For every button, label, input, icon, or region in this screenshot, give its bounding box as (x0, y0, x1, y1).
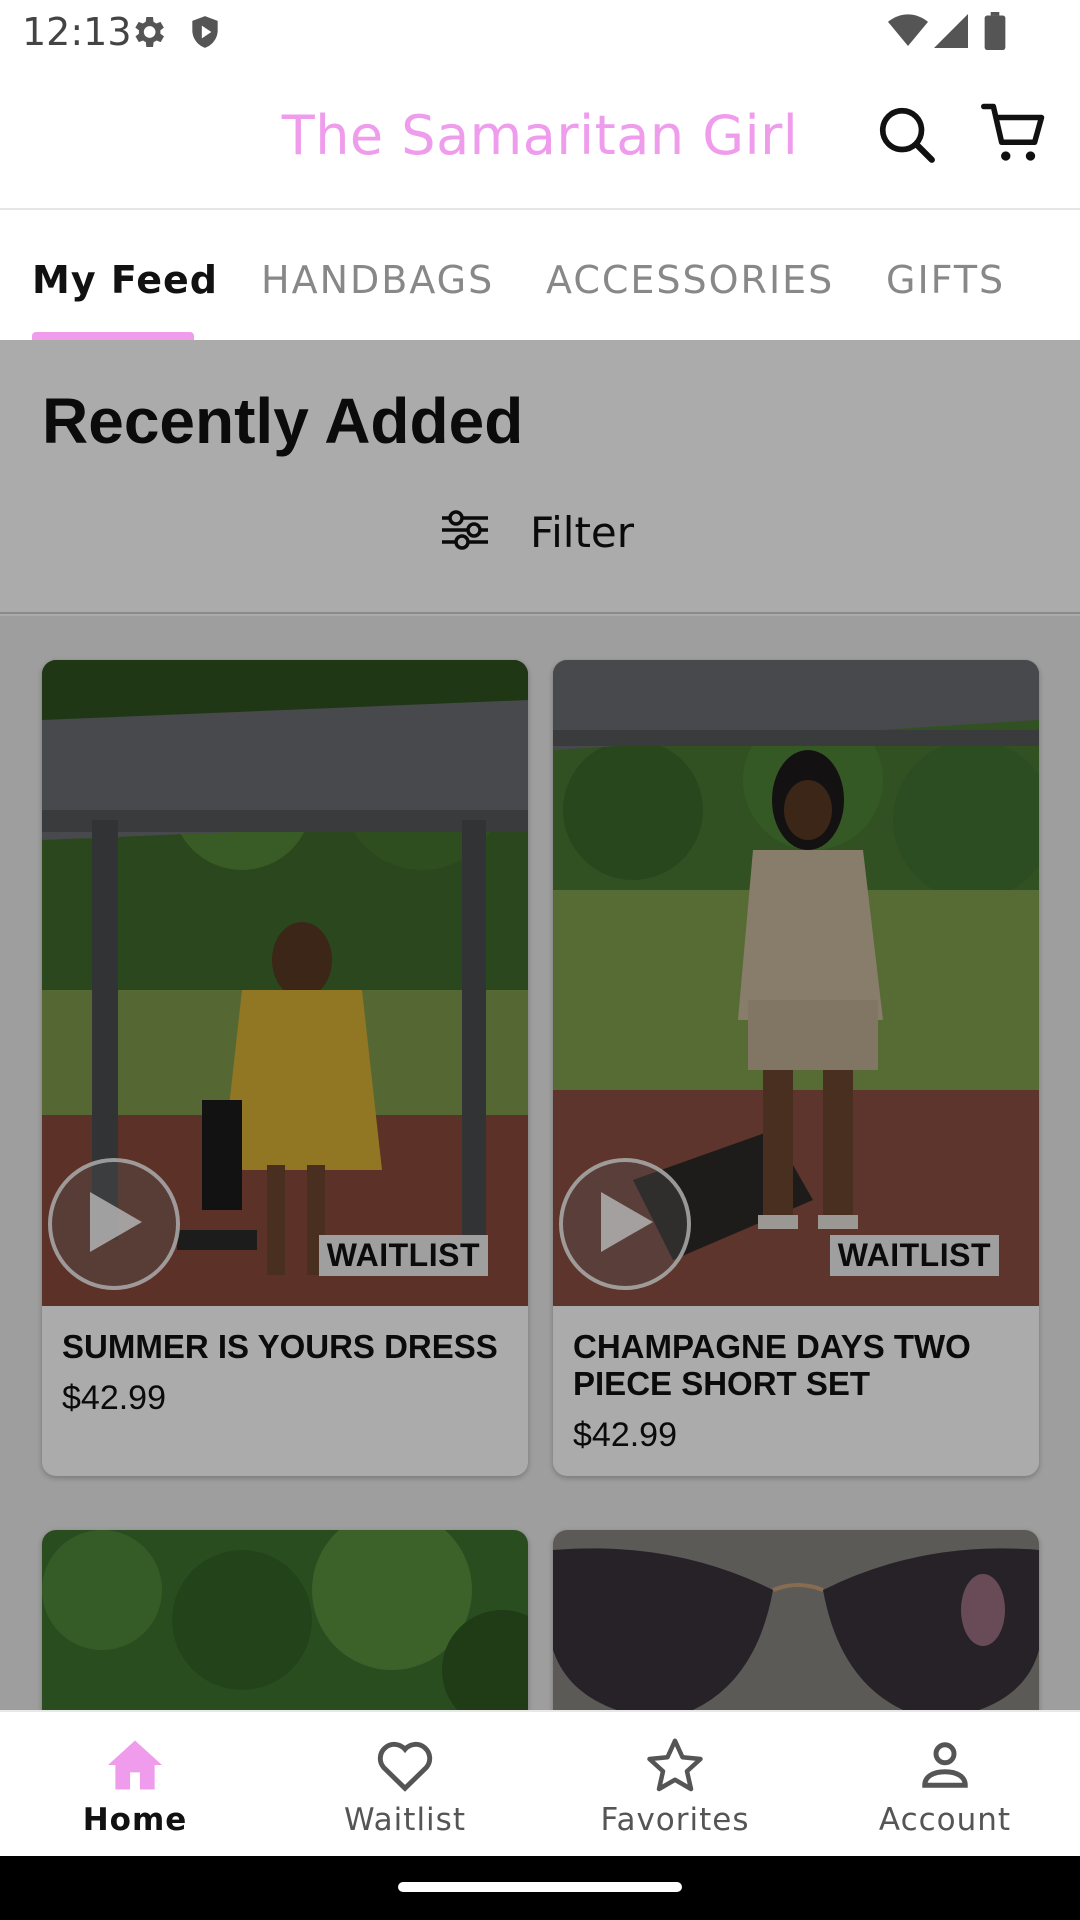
home-gesture-pill[interactable] (398, 1882, 682, 1892)
heart-icon (375, 1736, 435, 1794)
nav-label: Home (82, 1802, 188, 1838)
nav-label: Waitlist (344, 1802, 466, 1838)
category-tab-bar: My Feed HANDBAGS ACCESSORIES GIFTS (0, 212, 1080, 340)
nav-waitlist[interactable]: Waitlist (270, 1712, 540, 1858)
dim-overlay (0, 340, 1080, 1710)
home-icon (105, 1736, 165, 1794)
active-tab-indicator (32, 332, 194, 340)
nav-favorites[interactable]: Favorites (540, 1712, 810, 1858)
bottom-navigation: Home Waitlist Favorites Account (0, 1710, 1080, 1856)
search-button[interactable] (870, 100, 942, 172)
status-bar: 12:13 (0, 0, 1080, 64)
app-header: The Samaritan Girl (0, 64, 1080, 210)
cart-button[interactable] (978, 100, 1050, 172)
main-content: Recently Added Filter WAITLIST SUMMER IS… (0, 340, 1080, 1710)
tab-my-feed[interactable]: My Feed (32, 258, 218, 302)
system-navigation-bar (0, 1856, 1080, 1920)
person-icon (918, 1736, 972, 1794)
nav-home[interactable]: Home (0, 1712, 270, 1858)
cart-icon (981, 101, 1047, 172)
tab-accessories[interactable]: ACCESSORIES (546, 258, 834, 302)
search-icon (875, 103, 937, 170)
tab-gifts[interactable]: GIFTS (886, 258, 1005, 302)
battery-icon (984, 12, 1006, 55)
settings-gear-icon (128, 12, 168, 57)
nav-label: Account (878, 1802, 1012, 1838)
status-time: 12:13 (22, 10, 132, 54)
tab-handbags[interactable]: HANDBAGS (261, 258, 494, 302)
nav-account[interactable]: Account (810, 1712, 1080, 1858)
wifi-icon (888, 14, 928, 53)
star-icon (645, 1736, 705, 1794)
cell-signal-icon (934, 14, 968, 53)
nav-label: Favorites (600, 1802, 750, 1838)
shield-icon (186, 12, 224, 57)
